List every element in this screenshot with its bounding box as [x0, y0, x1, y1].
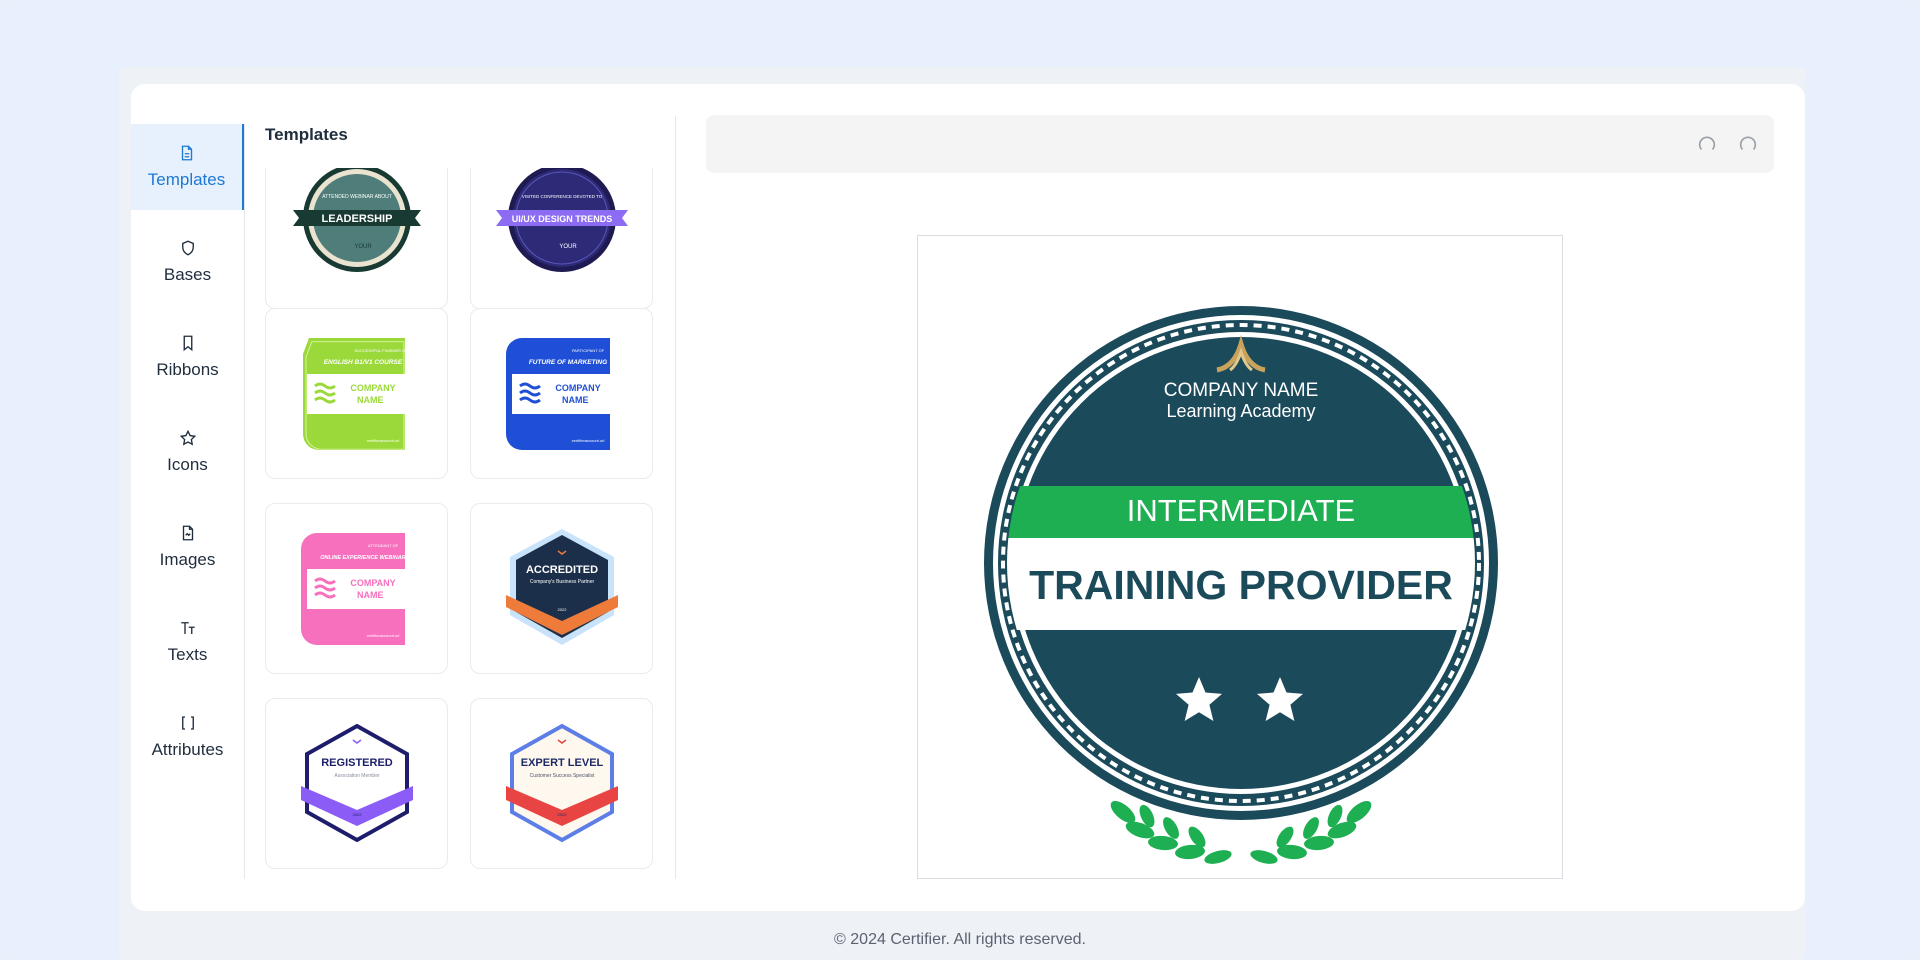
panel-divider: [675, 116, 676, 879]
sidebar-item-bases[interactable]: Bases: [131, 219, 244, 305]
brackets-icon: [181, 716, 194, 730]
svg-text:FUTURE OF MARKETING: FUTURE OF MARKETING: [528, 359, 606, 366]
template-thumbnail: PARTICIPANT OF FUTURE OF MARKETING COMPA…: [505, 337, 612, 450]
svg-text:NAME: NAME: [357, 395, 384, 405]
template-thumbnail: SUCCESSFUL FINISHER OF ENGLISH B1/V1 COU…: [302, 337, 408, 450]
sidebar-item-templates[interactable]: Templates: [131, 124, 244, 210]
svg-text:NAME: NAME: [562, 395, 589, 405]
badge-level-text: INTERMEDIATE: [1127, 493, 1356, 528]
svg-text:EXPERT LEVEL: EXPERT LEVEL: [520, 757, 603, 769]
design-canvas[interactable]: COMPANY NAME Learning Academy INTERMEDIA…: [917, 235, 1563, 879]
redo-icon[interactable]: [1737, 133, 1759, 155]
badge-title-text: TRAINING PROVIDER: [1029, 562, 1453, 608]
sidebar-item-images[interactable]: Images: [131, 504, 244, 590]
svg-text:Customer Success Specialist: Customer Success Specialist: [529, 773, 594, 779]
editor-toolbar: [706, 115, 1774, 173]
template-card-future-marketing[interactable]: PARTICIPANT OF FUTURE OF MARKETING COMPA…: [470, 308, 653, 479]
svg-text:COMPANY: COMPANY: [350, 578, 395, 588]
svg-text:certifieraccount.url: certifieraccount.url: [366, 633, 399, 638]
svg-text:2022: 2022: [352, 812, 362, 817]
template-card-registered[interactable]: REGISTERED Association Member 2022: [265, 698, 448, 869]
sidebar-item-icons[interactable]: Icons: [131, 409, 244, 495]
svg-text:COMPANY: COMPANY: [350, 383, 395, 393]
svg-text:PARTICIPANT OF: PARTICIPANT OF: [571, 348, 604, 353]
templates-grid: ATTENDED WEBINAR ABOUT LEADERSHIP YOUR V…: [265, 168, 655, 879]
sidebar-item-label: Templates: [147, 170, 226, 189]
svg-text:Company's Business Partner: Company's Business Partner: [529, 579, 594, 585]
sidebar-item-ribbons[interactable]: Ribbons: [131, 314, 244, 400]
template-card-ui-ux[interactable]: VISITED CONFERENCE DEVOTED TO UI/UX DESI…: [470, 168, 653, 309]
template-card-english-course[interactable]: SUCCESSFUL FINISHER OF ENGLISH B1/V1 COU…: [265, 308, 448, 479]
svg-text:certifieraccount.url: certifieraccount.url: [571, 438, 604, 443]
svg-text:NAME: NAME: [357, 590, 384, 600]
svg-text:ATTENDANT OF: ATTENDANT OF: [367, 543, 398, 548]
svg-text:YOUR: YOUR: [354, 244, 372, 250]
svg-text:2022: 2022: [557, 812, 567, 817]
template-thumbnail: ATTENDED WEBINAR ABOUT LEADERSHIP YOUR: [292, 168, 421, 272]
template-thumbnail: VISITED CONFERENCE DEVOTED TO UI/UX DESI…: [495, 168, 628, 272]
shield-icon: [181, 240, 194, 256]
template-thumbnail: ACCREDITED Company's Business Partner 20…: [505, 528, 618, 645]
svg-text:ACCREDITED: ACCREDITED: [525, 564, 597, 576]
image-file-icon: [182, 525, 193, 541]
template-thumbnail: EXPERT LEVEL Customer Success Specialist…: [505, 723, 618, 842]
svg-text:VISITED CONFERENCE DEVOTED TO: VISITED CONFERENCE DEVOTED TO: [521, 194, 602, 199]
panel-title: Templates: [265, 125, 348, 144]
svg-text:Association Member: Association Member: [334, 773, 380, 779]
sidebar-item-label: Bases: [163, 265, 212, 284]
sidebar-item-texts[interactable]: Texts: [131, 599, 244, 685]
template-thumbnail: ATTENDANT OF ONLINE EXPERIENCE WEBINAR C…: [300, 532, 407, 645]
sidebar-item-label: Images: [159, 550, 216, 569]
svg-text:ONLINE EXPERIENCE WEBINAR: ONLINE EXPERIENCE WEBINAR: [320, 555, 406, 561]
badge-preview[interactable]: COMPANY NAME Learning Academy INTERMEDIA…: [918, 236, 1564, 880]
svg-text:SUCCESSFUL FINISHER OF: SUCCESSFUL FINISHER OF: [354, 348, 408, 353]
svg-text:COMPANY: COMPANY: [555, 383, 600, 393]
svg-text:ENGLISH B1/V1 COURSE: ENGLISH B1/V1 COURSE: [323, 359, 402, 366]
badge-company-text: COMPANY NAME: [1164, 380, 1319, 401]
sidebar-item-label: Ribbons: [156, 360, 219, 379]
template-card-leadership[interactable]: ATTENDED WEBINAR ABOUT LEADERSHIP YOUR: [265, 168, 448, 309]
sidebar-divider: [244, 124, 245, 879]
template-card-ux-webinar[interactable]: ATTENDANT OF ONLINE EXPERIENCE WEBINAR C…: [265, 503, 448, 674]
template-card-expert-level[interactable]: EXPERT LEVEL Customer Success Specialist…: [470, 698, 653, 869]
svg-text:REGISTERED: REGISTERED: [321, 757, 393, 769]
text-icon: [180, 622, 195, 634]
svg-text:YOUR: YOUR: [559, 244, 577, 250]
sidebar-item-label: Icons: [167, 455, 208, 474]
sidebar: Templates Bases Ribbons Icons Images Tex…: [131, 124, 244, 789]
sidebar-item-attributes[interactable]: Attributes: [131, 694, 244, 780]
template-card-accredited[interactable]: ACCREDITED Company's Business Partner 20…: [470, 503, 653, 674]
svg-text:UI/UX DESIGN TRENDS: UI/UX DESIGN TRENDS: [511, 214, 612, 224]
badge-academy-text: Learning Academy: [1166, 401, 1315, 421]
sidebar-item-label: Texts: [167, 645, 208, 664]
sidebar-item-label: Attributes: [151, 740, 224, 759]
undo-icon[interactable]: [1696, 133, 1718, 155]
footer-copyright: © 2024 Certifier. All rights reserved.: [834, 931, 1086, 948]
bookmark-icon: [183, 335, 192, 352]
svg-text:ATTENDED WEBINAR ABOUT: ATTENDED WEBINAR ABOUT: [322, 194, 392, 200]
star-icon: [179, 429, 196, 446]
template-thumbnail: REGISTERED Association Member 2022: [300, 723, 413, 842]
svg-text:2022: 2022: [557, 607, 567, 612]
svg-text:LEADERSHIP: LEADERSHIP: [321, 213, 392, 225]
document-icon: [181, 145, 192, 161]
svg-text:certifieraccount.url: certifieraccount.url: [366, 438, 399, 443]
